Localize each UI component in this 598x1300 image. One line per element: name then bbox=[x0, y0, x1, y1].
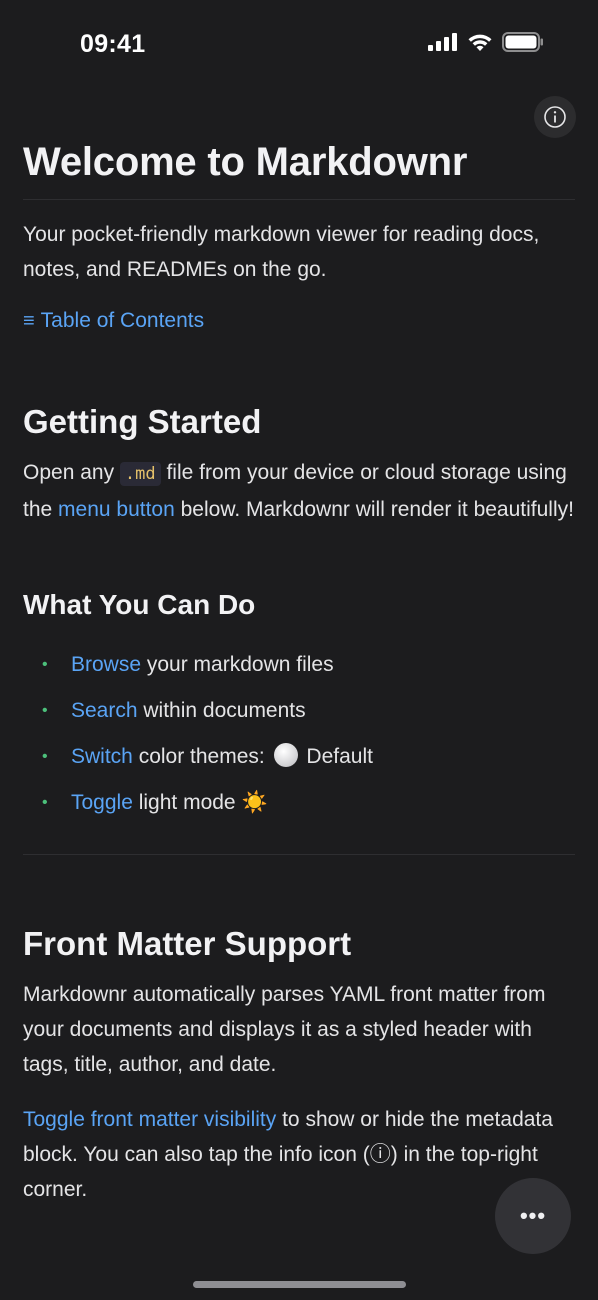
cellular-signal-icon bbox=[428, 33, 457, 51]
more-dots-icon: ••• bbox=[519, 1203, 547, 1228]
wifi-icon bbox=[468, 34, 492, 51]
bullet-icon: • bbox=[42, 656, 48, 673]
browse-link[interactable]: Browse bbox=[71, 653, 141, 676]
menu-button-link[interactable]: menu button bbox=[58, 498, 175, 521]
list-item: • Browse your markdown files bbox=[23, 647, 575, 682]
toc-label: Table of Contents bbox=[40, 309, 205, 332]
text: Default bbox=[300, 745, 373, 768]
text: within documents bbox=[137, 699, 306, 722]
more-menu-button[interactable]: ••• bbox=[495, 1178, 571, 1254]
switch-link[interactable]: Switch bbox=[71, 745, 133, 768]
toggle-link[interactable]: Toggle bbox=[71, 791, 133, 814]
text: light mode bbox=[132, 791, 242, 814]
text: Open any bbox=[23, 461, 120, 484]
front-matter-toggle-paragraph: Toggle front matter visibility to show o… bbox=[23, 1102, 575, 1207]
list-item: • Search within documents bbox=[23, 693, 575, 728]
heading-getting-started: Getting Started bbox=[23, 403, 262, 440]
white-circle-icon bbox=[273, 743, 298, 767]
heading-front-matter-support: Front Matter Support bbox=[23, 925, 352, 962]
sun-icon: ☀️ bbox=[241, 791, 268, 814]
inline-code: .md bbox=[119, 462, 161, 486]
getting-started-paragraph: Open any .md file from your device or cl… bbox=[23, 455, 575, 527]
info-button[interactable] bbox=[534, 96, 576, 138]
doc-title: Welcome to Markdownr bbox=[23, 140, 575, 200]
text: your markdown files bbox=[141, 653, 334, 676]
bullet-icon: • bbox=[42, 748, 48, 765]
bullet-icon: • bbox=[42, 794, 48, 811]
text: below. Markdownr will render it beautifu… bbox=[174, 498, 574, 521]
heading-what-you-can-do: What You Can Do bbox=[23, 589, 256, 620]
info-circle-icon bbox=[544, 106, 566, 128]
list-item: • Switch color themes: Default bbox=[23, 739, 575, 774]
search-link[interactable]: Search bbox=[71, 699, 138, 722]
markdown-document: Welcome to Markdownr Your pocket-friendl… bbox=[23, 140, 575, 1207]
list-icon: ≡ bbox=[23, 310, 35, 332]
status-icons bbox=[428, 32, 544, 52]
status-time: 09:41 bbox=[80, 30, 146, 58]
table-of-contents-link[interactable]: ≡ Table of Contents bbox=[23, 309, 575, 333]
text: color themes: bbox=[132, 745, 271, 768]
divider bbox=[23, 854, 575, 855]
toggle-front-matter-link[interactable]: Toggle front matter visibility bbox=[23, 1108, 276, 1131]
status-bar: 09:41 bbox=[0, 0, 598, 88]
front-matter-paragraph: Markdownr automatically parses YAML fron… bbox=[23, 983, 546, 1076]
intro-paragraph: Your pocket-friendly markdown viewer for… bbox=[23, 223, 540, 281]
home-indicator[interactable] bbox=[193, 1281, 406, 1288]
list-item: • Toggle light mode ☀️ bbox=[23, 785, 575, 820]
battery-icon bbox=[502, 32, 543, 52]
feature-list: • Browse your markdown files • Search with… bbox=[23, 647, 575, 820]
bullet-icon: • bbox=[42, 702, 48, 719]
